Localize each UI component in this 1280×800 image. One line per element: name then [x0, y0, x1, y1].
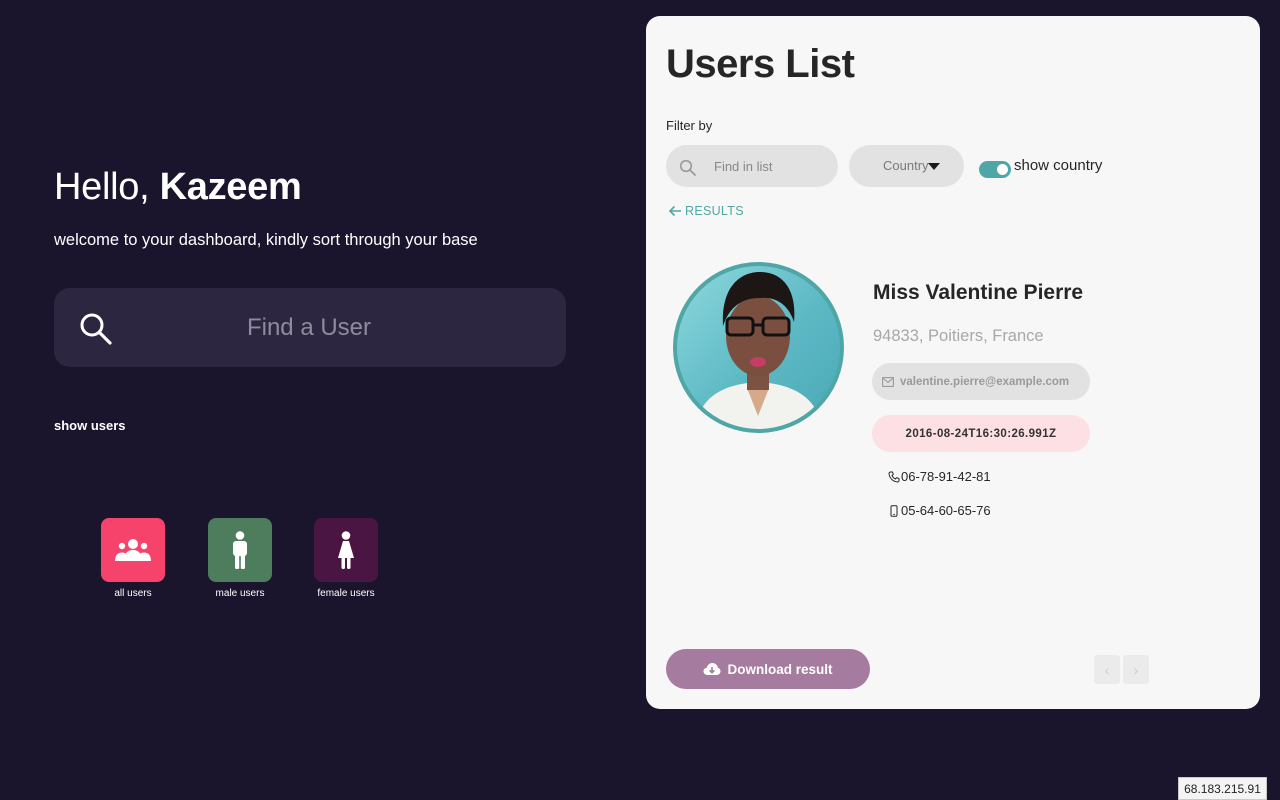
results-label: RESULTS — [685, 204, 744, 218]
phone-icon — [888, 471, 900, 483]
cloud-download-icon — [703, 663, 721, 675]
user-search-box[interactable] — [54, 288, 566, 367]
arrow-left-icon — [668, 205, 681, 217]
user-full-name: Miss Valentine Pierre — [873, 281, 1084, 304]
mail-icon — [882, 376, 894, 387]
mobile-icon — [890, 504, 898, 517]
prev-page-button[interactable]: ‹ — [1094, 655, 1120, 684]
male-users-filter[interactable]: male users — [200, 518, 280, 599]
users-list-panel: Users List Filter by Country show countr… — [646, 16, 1260, 709]
user-registered-date: 2016-08-24T16:30:26.991Z — [905, 427, 1057, 440]
show-users-label: show users — [54, 418, 126, 433]
panel-title: Users List — [666, 42, 855, 86]
find-in-list-box[interactable] — [666, 145, 838, 187]
user-search-input[interactable] — [174, 288, 444, 367]
user-cell: 05-64-60-65-76 — [901, 503, 991, 518]
all-users-filter[interactable]: all users — [93, 518, 173, 599]
female-icon — [338, 531, 354, 569]
portrait-photo — [695, 272, 822, 429]
ip-address-badge: 68.183.215.91 — [1178, 777, 1267, 800]
next-page-button[interactable]: › — [1123, 655, 1149, 684]
country-select[interactable]: Country — [849, 145, 964, 187]
user-avatar — [673, 262, 844, 433]
user-phone: 06-78-91-42-81 — [901, 469, 991, 484]
users-group-icon — [115, 539, 151, 561]
male-users-tile[interactable] — [208, 518, 272, 582]
find-in-list-input[interactable] — [712, 145, 832, 187]
male-icon — [233, 531, 247, 569]
greeting-prefix: Hello, — [54, 166, 160, 208]
greeting-user-name: Kazeem — [159, 166, 302, 208]
download-result-button[interactable]: Download result — [666, 649, 870, 689]
dashboard-subtitle: welcome to your dashboard, kindly sort t… — [54, 231, 478, 249]
results-back-link[interactable]: RESULTS — [668, 204, 744, 218]
greeting-heading: Hello, Kazeem — [54, 166, 302, 209]
user-registered-pill: 2016-08-24T16:30:26.991Z — [872, 415, 1090, 452]
user-location: 94833, Poitiers, France — [873, 327, 1044, 345]
download-result-label: Download result — [727, 661, 833, 677]
female-users-filter[interactable]: female users — [306, 518, 386, 599]
country-select-value: Country — [883, 158, 929, 173]
show-country-toggle[interactable] — [979, 161, 1011, 178]
user-email: valentine.pierre@example.com — [900, 375, 1070, 388]
user-cell-line: 05-64-60-65-76 — [888, 503, 991, 518]
all-users-tile[interactable] — [101, 518, 165, 582]
all-users-label: all users — [114, 588, 152, 599]
female-users-label: female users — [317, 588, 375, 599]
user-phone-line: 06-78-91-42-81 — [888, 469, 991, 484]
female-users-tile[interactable] — [314, 518, 378, 582]
search-icon — [80, 313, 112, 345]
show-country-label: show country — [1014, 157, 1103, 174]
male-users-label: male users — [215, 588, 265, 599]
user-email-pill: valentine.pierre@example.com — [872, 363, 1090, 400]
filter-by-label: Filter by — [666, 118, 713, 133]
search-icon — [679, 159, 696, 176]
caret-down-icon — [928, 163, 940, 170]
toggle-knob — [997, 164, 1008, 175]
